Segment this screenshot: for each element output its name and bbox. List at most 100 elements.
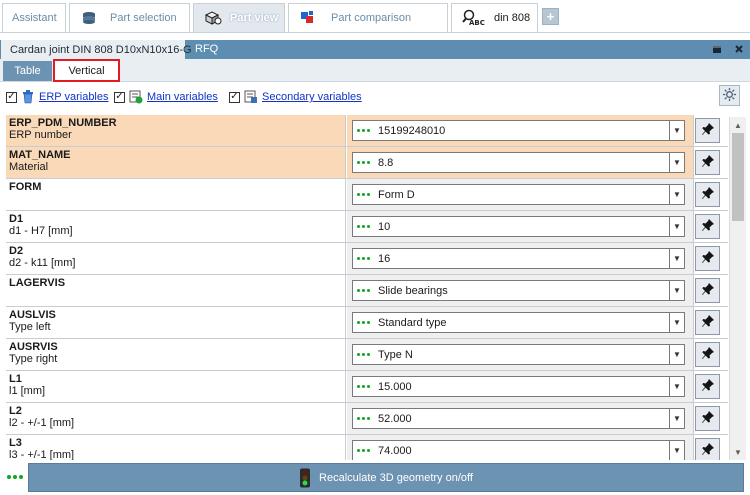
chevron-down-icon[interactable]: ▼ [669, 121, 684, 140]
value-combobox[interactable]: 15.000 ▼ [352, 376, 685, 397]
variable-value-cell: 74.000 ▼ [347, 435, 694, 460]
parts-icon [204, 10, 222, 26]
pin-icon [701, 154, 715, 171]
pin-button[interactable] [695, 342, 720, 367]
tab-vertical[interactable]: Vertical [53, 59, 120, 82]
tab-assistant[interactable]: Assistant [2, 3, 66, 32]
chevron-down-icon[interactable]: ▼ [669, 281, 684, 300]
chevron-down-icon[interactable]: ▼ [669, 185, 684, 204]
combo-value: Form D [378, 188, 415, 201]
pin-icon [701, 282, 715, 299]
pin-button[interactable] [695, 374, 720, 399]
main-variables-toggle[interactable]: ✓ Main variables [114, 90, 218, 104]
table-row: ERP_PDM_NUMBER ERP number 15199248010 ▼ [6, 115, 728, 147]
main-variables-link[interactable]: Main variables [147, 91, 218, 103]
tab-part-selection-label: Part selection [110, 12, 177, 24]
panel-close-icon[interactable] [732, 43, 746, 56]
pin-button[interactable] [695, 118, 720, 143]
rfq-tab[interactable]: RFQ [195, 43, 218, 55]
tab-part-view[interactable]: Part view [193, 3, 285, 32]
tab-part-comparison[interactable]: Part comparison [288, 3, 448, 32]
pin-icon [701, 186, 715, 203]
secondary-variables-checkbox[interactable]: ✓ [229, 91, 240, 103]
gear-icon [722, 87, 737, 105]
pin-icon [701, 122, 715, 139]
scroll-thumb[interactable] [732, 133, 744, 221]
tab-search-din-808[interactable]: ABC din 808 [451, 3, 538, 32]
chevron-down-icon[interactable]: ▼ [669, 217, 684, 236]
value-combobox[interactable]: Form D ▼ [352, 184, 685, 205]
value-combobox[interactable]: Type N ▼ [352, 344, 685, 365]
pin-icon [701, 314, 715, 331]
combo-value: Standard type [378, 316, 447, 329]
chevron-down-icon[interactable]: ▼ [669, 153, 684, 172]
value-combobox[interactable]: 8.8 ▼ [352, 152, 685, 173]
pin-button[interactable] [695, 438, 720, 460]
panel-menu-icon[interactable] [710, 43, 724, 56]
vertical-scrollbar[interactable]: ▲ ▼ [729, 117, 746, 460]
variable-value-cell: 15199248010 ▼ [347, 115, 694, 146]
variable-name-cell: ERP_PDM_NUMBER ERP number [6, 115, 346, 146]
chevron-down-icon[interactable]: ▼ [669, 249, 684, 268]
pin-button[interactable] [695, 246, 720, 271]
tab-part-selection[interactable]: Part selection [69, 3, 190, 32]
scroll-up-icon[interactable]: ▲ [730, 117, 746, 133]
scroll-down-icon[interactable]: ▼ [730, 444, 746, 460]
more-dots-icon[interactable] [7, 475, 25, 479]
erp-variables-link[interactable]: ERP variables [39, 91, 109, 103]
variable-name: D2 [9, 245, 24, 257]
chevron-down-icon[interactable]: ▼ [669, 409, 684, 428]
tab-part-view-label: Part view [230, 12, 279, 24]
value-combobox[interactable]: 15199248010 ▼ [352, 120, 685, 141]
chevron-down-icon[interactable]: ▼ [669, 377, 684, 396]
more-dots-icon [357, 321, 372, 324]
value-combobox[interactable]: Slide bearings ▼ [352, 280, 685, 301]
pin-button[interactable] [695, 310, 720, 335]
combo-value: 52.000 [378, 412, 412, 425]
secondary-variables-toggle[interactable]: ✓ Secondary variables [229, 90, 362, 104]
pin-button[interactable] [695, 278, 720, 303]
table-row: FORM Form D ▼ [6, 179, 728, 211]
value-combobox[interactable]: 52.000 ▼ [352, 408, 685, 429]
chevron-down-icon[interactable]: ▼ [669, 441, 684, 460]
table-row: L3 l3 - +/-1 [mm] 74.000 ▼ [6, 435, 728, 460]
main-variables-icon [129, 90, 143, 104]
pin-cell [694, 211, 728, 242]
more-dots-icon [357, 449, 372, 452]
pin-cell [694, 339, 728, 370]
tab-search-label: din 808 [494, 12, 531, 24]
part-title-tab[interactable]: Cardan joint DIN 808 D10xN10x16-G [1, 40, 192, 59]
variables-grid: ERP_PDM_NUMBER ERP number 15199248010 ▼ … [6, 115, 728, 460]
pin-button[interactable] [695, 150, 720, 175]
variable-name-cell: D1 d1 - H7 [mm] [6, 211, 346, 242]
pin-button[interactable] [695, 406, 720, 431]
value-combobox[interactable]: 16 ▼ [352, 248, 685, 269]
value-combobox[interactable]: 74.000 ▼ [352, 440, 685, 460]
compare-icon [299, 10, 317, 26]
value-combobox[interactable]: 10 ▼ [352, 216, 685, 237]
variable-description: ERP number [9, 129, 72, 141]
chevron-down-icon[interactable]: ▼ [669, 313, 684, 332]
pin-button[interactable] [695, 182, 720, 207]
variable-name-cell: MAT_NAME Material [6, 147, 346, 178]
secondary-variables-link[interactable]: Secondary variables [262, 91, 362, 103]
more-dots-icon [357, 385, 372, 388]
variable-name: AUSRVIS [9, 341, 58, 353]
chevron-down-icon[interactable]: ▼ [669, 345, 684, 364]
variable-name: L1 [9, 373, 22, 385]
add-tab-button[interactable]: + [542, 8, 559, 25]
top-tab-strip: Assistant Part selection Part view Part … [0, 0, 750, 33]
more-dots-icon [357, 225, 372, 228]
erp-variables-toggle[interactable]: ✓ ERP variables [6, 90, 109, 104]
pin-icon [701, 442, 715, 459]
variable-name: MAT_NAME [9, 149, 71, 161]
tab-part-comparison-label: Part comparison [331, 12, 412, 24]
pin-button[interactable] [695, 214, 720, 239]
more-dots-icon [357, 161, 372, 164]
recalculate-geometry-button[interactable]: Recalculate 3D geometry on/off [28, 463, 744, 492]
value-combobox[interactable]: Standard type ▼ [352, 312, 685, 333]
main-variables-checkbox[interactable]: ✓ [114, 91, 125, 103]
settings-button[interactable] [719, 85, 740, 106]
erp-variables-checkbox[interactable]: ✓ [6, 91, 17, 103]
tab-table[interactable]: Table [3, 61, 52, 81]
